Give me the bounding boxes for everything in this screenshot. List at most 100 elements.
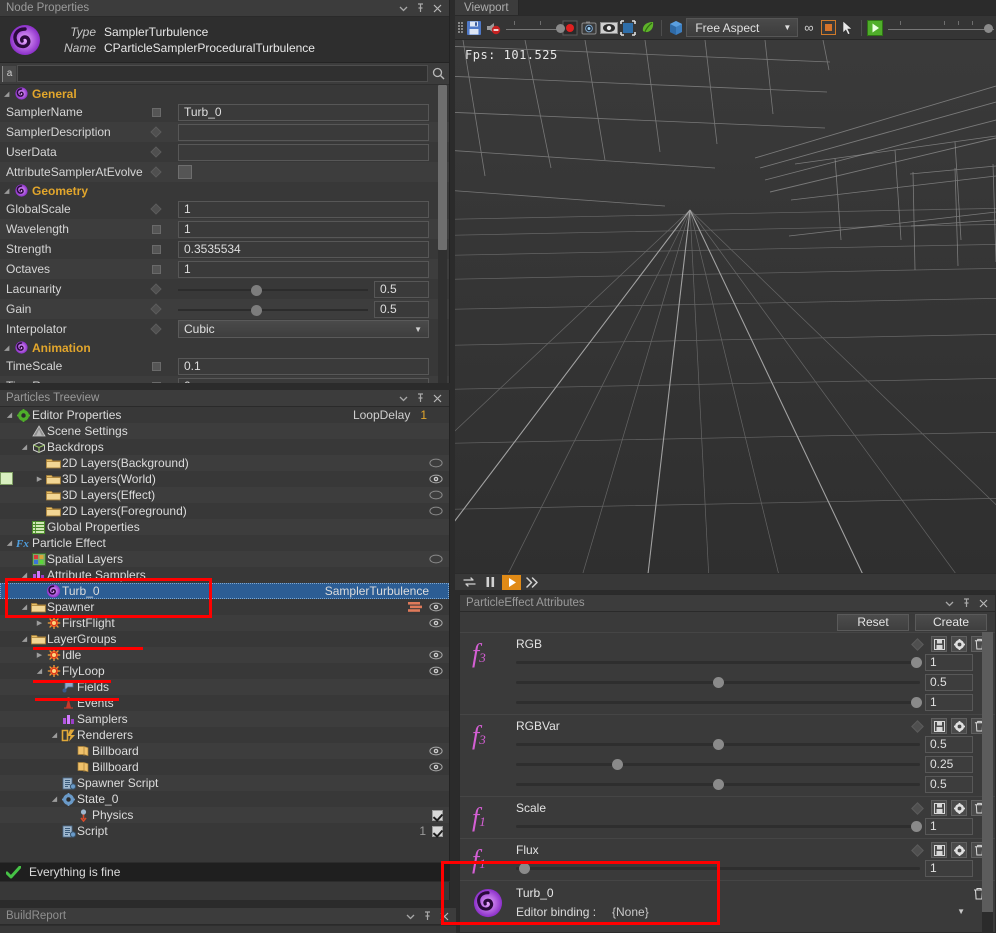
gear-icon[interactable] [951, 636, 967, 652]
property-value-field[interactable]: 1 [178, 260, 429, 278]
drag-grip-icon[interactable] [458, 19, 463, 36]
override-square-icon[interactable] [152, 361, 161, 371]
tree-node-controls[interactable] [429, 759, 443, 775]
chevron-down-icon[interactable] [399, 4, 408, 13]
tree-node-controls[interactable]: 1 [419, 823, 443, 839]
twisty-down-icon[interactable]: ◢ [49, 795, 60, 803]
attribute-value-field[interactable]: 1 [925, 817, 973, 835]
tree-node[interactable]: ◢ Backdrops [0, 439, 449, 455]
tree-node[interactable]: 2D Layers (Foreground) [0, 503, 449, 519]
property-row[interactable]: GlobalScale 1 [0, 199, 449, 219]
attribute-value-field[interactable]: 0.25 [925, 755, 973, 773]
override-diamond-icon[interactable] [150, 283, 162, 295]
attribute-slider[interactable] [516, 655, 922, 669]
tree-node[interactable]: ▶ 3D Layers (World) [0, 471, 449, 487]
tree-node[interactable]: ◢ Editor Properties LoopDelay 1 [0, 407, 449, 423]
attribute-slider-row[interactable]: 0.5 [460, 774, 995, 794]
stop-icon[interactable] [820, 18, 837, 37]
loop-delay-field[interactable]: LoopDelay 1 [353, 407, 427, 423]
viewport-zoom-slider[interactable] [504, 18, 565, 37]
pin-icon[interactable] [423, 911, 432, 921]
twisty-down-icon[interactable]: ◢ [4, 539, 15, 547]
tree-node[interactable]: Script 1 [0, 823, 449, 839]
save-icon[interactable] [931, 842, 947, 858]
tree-node-controls[interactable] [429, 551, 443, 567]
diamond-marker-icon[interactable] [911, 719, 924, 733]
override-square-icon[interactable] [152, 244, 161, 254]
gear-icon[interactable] [951, 800, 967, 816]
property-row[interactable]: TimeScale 0.1 [0, 356, 449, 376]
attribute-item[interactable]: f1 Scale 1 [460, 796, 995, 838]
property-row[interactable]: Wavelength 1 [0, 219, 449, 239]
twisty-right-icon[interactable]: ▶ [34, 619, 45, 627]
twisty-down-icon[interactable]: ◢ [4, 90, 14, 98]
attribute-slider-row[interactable]: 1 [460, 692, 995, 712]
chevron-down-icon[interactable] [406, 912, 415, 921]
tree-node[interactable]: Global Properties [0, 519, 449, 535]
tree-node-selected[interactable]: Turb_0 SamplerTurbulence [0, 583, 449, 599]
attribute-slider[interactable] [516, 757, 920, 771]
attribute-item[interactable]: f3 RGB 1 0.5 1 [460, 632, 995, 714]
property-row[interactable]: Octaves 1 [0, 259, 449, 279]
attribute-item[interactable]: f3 RGBVar 0.5 0.25 0.5 [460, 714, 995, 796]
property-row[interactable]: Lacunarity 0.5 [0, 279, 449, 299]
close-icon[interactable] [433, 4, 442, 13]
override-diamond-icon[interactable] [150, 203, 162, 215]
twisty-down-icon[interactable]: ◢ [4, 187, 14, 195]
attribute-slider[interactable] [516, 737, 920, 751]
override-diamond-icon[interactable] [150, 323, 162, 335]
bounds-icon[interactable] [620, 18, 637, 37]
loop-icon[interactable] [460, 575, 479, 590]
tree-node[interactable]: Scene Settings [0, 423, 449, 439]
gear-icon[interactable] [951, 842, 967, 858]
property-row[interactable]: AttributeSamplerAtEvolve [0, 162, 449, 182]
property-slider[interactable] [178, 301, 368, 318]
tree-node-controls[interactable] [429, 471, 443, 487]
tree-node[interactable]: Spawner Script [0, 775, 449, 791]
gear-icon[interactable] [951, 718, 967, 734]
twisty-down-icon[interactable]: ◢ [49, 731, 60, 739]
tree-node[interactable]: ◢ State_0 [0, 791, 449, 807]
attribute-slider-row[interactable]: 0.5 [460, 672, 995, 692]
override-square-icon[interactable] [152, 107, 161, 117]
save-icon[interactable] [465, 18, 482, 37]
attribute-value-field[interactable]: 0.5 [925, 673, 973, 691]
tree-node[interactable]: Billboard [0, 759, 449, 775]
aspect-ratio-dropdown[interactable]: Free Aspect ▼ [686, 18, 799, 37]
tree-node[interactable]: ◢ Renderers [0, 727, 449, 743]
tree-node[interactable]: ▶ Idle [0, 647, 449, 663]
chevron-down-icon[interactable] [945, 599, 954, 608]
attribute-slider-row[interactable]: 0.25 [460, 754, 995, 774]
close-icon[interactable] [979, 599, 988, 608]
pin-icon[interactable] [416, 393, 425, 403]
property-slider[interactable] [178, 281, 368, 298]
tree-node[interactable]: Events [0, 695, 449, 711]
attribute-slider-row[interactable]: 1 [460, 858, 995, 878]
property-group-animation[interactable]: ◢ Animation [0, 339, 449, 356]
twisty-down-icon[interactable]: ◢ [19, 603, 30, 611]
editor-binding-value[interactable]: {None} [612, 905, 649, 919]
cube-icon[interactable] [667, 18, 684, 37]
chevron-down-icon[interactable]: ▼ [957, 907, 965, 916]
property-dropdown[interactable]: Cubic ▼ [178, 320, 429, 338]
close-icon[interactable] [433, 394, 442, 403]
diamond-marker-icon[interactable] [911, 637, 924, 651]
search-input[interactable] [17, 65, 428, 82]
attribute-value-field[interactable]: 0.5 [925, 735, 973, 753]
override-diamond-icon[interactable] [150, 303, 162, 315]
tree-node[interactable]: ◢ Fx Particle Effect [0, 535, 449, 551]
twisty-right-icon[interactable]: ▶ [34, 475, 45, 483]
attribute-value-field[interactable]: 0.5 [925, 775, 973, 793]
tree-node[interactable]: ◢ Attribute Samplers [0, 567, 449, 583]
create-button[interactable]: Create [915, 613, 987, 631]
save-icon[interactable] [931, 636, 947, 652]
color-chip[interactable] [0, 472, 13, 485]
property-list[interactable]: ◢ General SamplerName Turb_0 SamplerDescript… [0, 85, 449, 383]
property-row[interactable]: TimeR 0 [0, 376, 449, 383]
property-value-field[interactable] [178, 123, 429, 141]
tree-node[interactable]: Physics [0, 807, 449, 823]
property-slider-value[interactable]: 0.5 [374, 280, 429, 298]
twisty-down-icon[interactable]: ◢ [34, 667, 45, 675]
tree-node-controls[interactable] [432, 807, 443, 823]
attributes-list[interactable]: f3 RGB 1 0.5 1 f3 RGBVar 0.5 0.25 0.5 f1 Scale 1 f1 Fl… [460, 632, 995, 933]
